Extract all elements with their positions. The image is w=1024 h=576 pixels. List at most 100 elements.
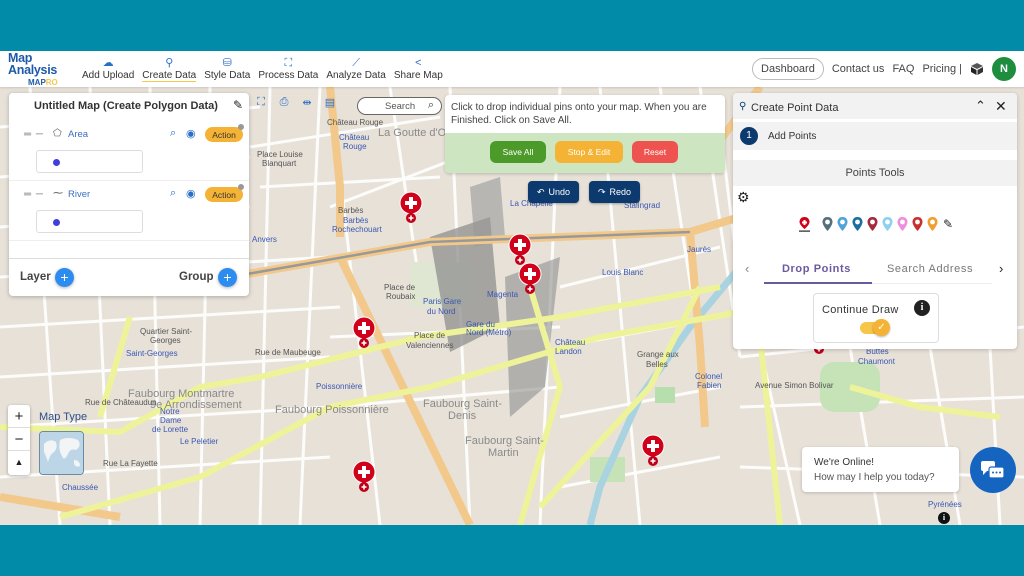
chat-line-2: How may I help you today? (814, 472, 935, 483)
color-pin-icon[interactable] (911, 216, 924, 232)
map-place-label: Rochechouart (332, 225, 382, 234)
nav-create-data[interactable]: ⚲ Create Data (138, 57, 200, 82)
layer-name[interactable]: River (68, 189, 90, 200)
gear-icon[interactable]: ⚙ (737, 189, 750, 206)
stop-edit-button[interactable]: Stop & Edit (555, 141, 623, 163)
redo-button[interactable]: ↷ Redo (589, 181, 640, 203)
add-layer-button[interactable]: + (55, 268, 74, 287)
medical-point-marker[interactable] (641, 434, 665, 468)
print-icon[interactable]: ⎙ (277, 96, 291, 109)
zoom-in-button[interactable]: + (8, 405, 30, 428)
medical-point-marker[interactable] (352, 316, 376, 350)
pricing-link[interactable]: Pricing | (922, 63, 962, 75)
edit-title-icon[interactable]: ✎ (233, 98, 243, 112)
continue-draw-box: Continue Draw i ✓ (813, 293, 939, 343)
map-place-label: Denis (448, 410, 477, 422)
map-place-label: Château (555, 338, 586, 347)
contact-us-link[interactable]: Contact us (832, 63, 885, 75)
analyze-icon: ⟋ (352, 56, 360, 69)
map-place-label: Place de (414, 331, 446, 340)
custom-pin-pencil-icon[interactable]: ✎ (943, 217, 953, 231)
color-pin-icon[interactable] (836, 216, 849, 232)
zoom-out-button[interactable]: − (8, 428, 30, 451)
faq-link[interactable]: FAQ (892, 63, 914, 75)
layer-style-swatch[interactable] (36, 150, 143, 173)
zoom-controls: + − ▲ (8, 405, 30, 475)
info-icon[interactable]: i (914, 300, 930, 316)
drag-handle-icon[interactable]: ═ ─ (24, 189, 44, 200)
color-pin-icon[interactable] (896, 216, 909, 232)
tab-prev-icon[interactable]: ‹ (745, 261, 749, 276)
visibility-eye-icon[interactable]: ◉ (186, 127, 196, 140)
zoom-to-layer-icon[interactable]: ⌕ (170, 187, 176, 200)
close-icon[interactable]: ✕ (995, 98, 1007, 115)
tab-drop-points[interactable]: Drop Points (782, 263, 851, 275)
nav-style-data[interactable]: ⛁ Style Data (200, 57, 254, 82)
app-logo[interactable]: Map Analysis MAPRO (0, 51, 78, 87)
map-place-label: Saint-Georges (126, 349, 178, 358)
user-avatar[interactable]: N (992, 57, 1016, 81)
layer-action-button[interactable]: Action (205, 187, 243, 202)
map-place-label: Avenue Simon Bolivar (755, 381, 834, 390)
undo-button[interactable]: ↶ Undo (528, 181, 579, 203)
map-place-label: Barbès (338, 206, 364, 215)
map-place-label: du Nord (427, 307, 456, 316)
search-icon: ⌕ (427, 99, 434, 111)
visibility-eye-icon[interactable]: ◉ (186, 187, 196, 200)
color-pin-icon[interactable] (821, 216, 834, 232)
layer-style-swatch[interactable] (36, 210, 143, 233)
logo-subtitle: MAPRO (28, 78, 78, 87)
map-place-label: Martin (488, 447, 519, 459)
attribution-info-icon[interactable]: i (938, 512, 950, 524)
undo-label: Undo (548, 187, 571, 197)
reset-button[interactable]: Reset (632, 141, 678, 163)
medical-pin-icon[interactable] (798, 216, 811, 232)
drag-handle-icon[interactable]: ═ ─ (24, 129, 44, 140)
add-group-button[interactable]: + (218, 268, 237, 287)
save-all-button[interactable]: Save All (490, 141, 546, 163)
zoom-to-layer-icon[interactable]: ⌕ (170, 127, 176, 140)
comment-icon[interactable]: ▤ (323, 96, 337, 109)
medical-point-marker[interactable] (518, 262, 542, 296)
color-pin-icon[interactable] (851, 216, 864, 232)
continue-draw-toggle[interactable]: ✓ (860, 319, 890, 336)
chat-greeting[interactable]: We're Online! How may I help you today? (802, 447, 959, 492)
nav-share-map[interactable]: < Share Map (390, 57, 447, 82)
medical-point-marker[interactable] (399, 191, 423, 225)
color-dot (53, 159, 60, 166)
redo-label: Redo (609, 187, 632, 197)
fullscreen-icon[interactable]: ⛶ (254, 96, 268, 109)
nav-process-data[interactable]: ⛶ Process Data (254, 57, 322, 82)
dashboard-button[interactable]: Dashboard (752, 58, 824, 80)
tab-divider (872, 283, 992, 284)
color-pin-icon[interactable] (881, 216, 894, 232)
map-place-label: Fabien (697, 381, 722, 390)
nav-add-upload[interactable]: ☁ Add Upload (78, 57, 138, 82)
chat-launcher-button[interactable] (970, 447, 1016, 493)
layer-label: Layer (20, 271, 51, 283)
panel-header: ⚲ Create Point Data ⌃ ✕ (733, 93, 1017, 119)
color-pin-icon[interactable] (866, 216, 879, 232)
map-place-label: Le Peletier (180, 437, 219, 446)
map-place-label: Louis Blanc (602, 268, 644, 277)
layer-action-button[interactable]: Action (205, 127, 243, 142)
tab-next-icon[interactable]: › (999, 261, 1003, 276)
search-box[interactable]: Search ⌕ (357, 97, 442, 115)
measure-icon[interactable]: ⇹ (300, 96, 314, 109)
layer-name[interactable]: Area (68, 129, 88, 140)
map-type-thumbnail[interactable] (39, 431, 84, 475)
tab-search-address[interactable]: Search Address (887, 263, 973, 275)
instruction-text: Click to drop individual pins onto your … (451, 102, 707, 126)
paint-bucket-icon: ⛁ (222, 56, 232, 69)
color-pin-icon[interactable] (926, 216, 939, 232)
medical-point-marker[interactable] (352, 460, 376, 494)
step-add-points[interactable]: 1 Add Points (733, 122, 1017, 150)
map-place-label: Faubourg Poissonnière (275, 404, 389, 416)
cube-icon[interactable] (970, 62, 984, 76)
map-place-label: Château (339, 133, 370, 142)
reset-north-button[interactable]: ▲ (8, 451, 30, 474)
map-place-label: Barbès (343, 216, 369, 225)
nav-analyze-data[interactable]: ⟋ Analyze Data (322, 57, 389, 82)
collapse-icon[interactable]: ⌃ (975, 98, 986, 114)
undo-icon: ↶ (536, 186, 545, 197)
